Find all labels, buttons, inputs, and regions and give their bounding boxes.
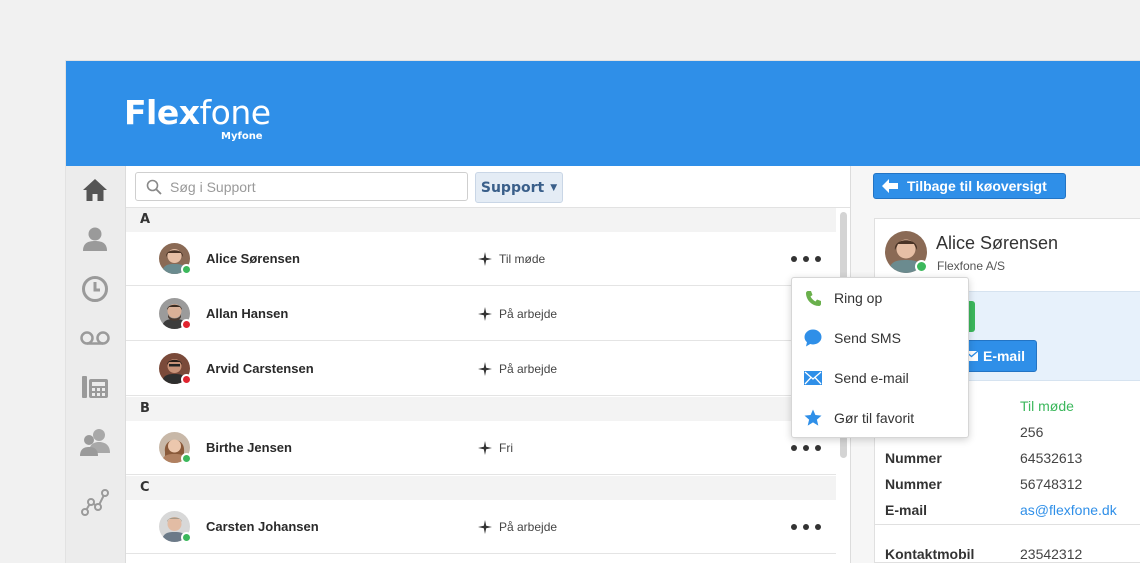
search-icon [146, 179, 162, 195]
contact-status: På arbejde [478, 342, 557, 396]
detail-company: Flexfone A/S [937, 259, 1006, 273]
voicemail-icon[interactable] [79, 322, 111, 354]
menu-item-label: Gør til favorit [834, 410, 915, 426]
menu-item-label: Send e-mail [834, 370, 909, 386]
list-toolbar: Søg i Support Support ▼ [126, 166, 850, 208]
sidebar-nav [66, 166, 126, 563]
contact-status-label: Til møde [499, 252, 546, 266]
user-icon[interactable] [79, 223, 111, 255]
detail-field-key: Nummer [885, 476, 942, 492]
detail-field-key: Nummer [885, 450, 942, 466]
menu-item-favorite[interactable]: Gør til favorit [792, 398, 968, 438]
contact-status-label: På arbejde [499, 520, 558, 534]
activity-icon [478, 252, 492, 266]
back-button-label: Tilbage til køoversigt [907, 178, 1047, 194]
contact-name: Carsten Johansen [206, 519, 319, 534]
contact-row[interactable]: Alice Sørensen Til møde [126, 232, 836, 286]
department-dropdown[interactable]: Support ▼ [475, 172, 563, 203]
detail-field-value: 256 [1020, 424, 1044, 440]
logo-text-bold: Flex [124, 93, 200, 132]
more-options-button[interactable] [791, 250, 821, 268]
activity-icon [478, 441, 492, 455]
logo-product: Myfone [221, 131, 263, 142]
detail-contact-name: Alice Sørensen [936, 233, 1059, 253]
search-input[interactable]: Søg i Support [135, 172, 468, 201]
clock-icon[interactable] [79, 273, 111, 305]
group-header-a: A [126, 208, 836, 232]
contact-row[interactable]: Allan Hansen På arbejde [126, 287, 836, 341]
detail-field: Nummer 64532613 [885, 450, 1140, 476]
contact-name: Birthe Jensen [206, 440, 292, 455]
contact-row[interactable]: Carsten Johansen På arbejde [126, 500, 836, 554]
group-icon[interactable] [79, 426, 111, 458]
more-options-button[interactable] [791, 439, 821, 457]
contact-context-menu: Ring op Send SMS Send e-mail Gør til fav… [791, 277, 969, 438]
app-window: Flexfone Myfone Søg i Support Support ▼ … [66, 61, 1140, 563]
contact-status: På arbejde [478, 500, 557, 554]
contact-status: Fri [478, 421, 513, 475]
group-header-c: C [126, 476, 836, 500]
menu-item-label: Send SMS [834, 330, 901, 346]
email-button-label: E-mail [982, 348, 1025, 364]
detail-field-value[interactable]: 23542312 [1020, 546, 1082, 562]
more-options-button[interactable] [791, 518, 821, 536]
contact-name: Arvid Carstensen [206, 361, 314, 376]
back-to-queue-button[interactable]: Tilbage til køoversigt [873, 173, 1066, 199]
detail-field: Kontaktmobil 23542312 [885, 546, 1140, 563]
menu-item-sms[interactable]: Send SMS [792, 318, 968, 358]
contact-row[interactable]: Birthe Jensen Fri [126, 421, 836, 475]
flexfone-logo[interactable]: Flexfone Myfone [124, 93, 272, 143]
contact-status-label: Fri [499, 441, 513, 455]
app-header: Flexfone Myfone [66, 61, 1140, 166]
contact-status: På arbejde [478, 287, 557, 341]
logo-text-light: fone [199, 93, 272, 132]
sms-icon [804, 329, 822, 347]
detail-field-value: Til møde [1020, 398, 1074, 414]
contact-status: Til møde [478, 232, 545, 286]
home-icon[interactable] [79, 174, 111, 206]
contact-row[interactable]: Arvid Carstensen På arbejde [126, 342, 836, 396]
menu-item-label: Ring op [834, 290, 883, 306]
menu-item-email[interactable]: Send e-mail [792, 358, 968, 398]
contact-name: Allan Hansen [206, 306, 289, 321]
mail-icon [804, 369, 822, 387]
star-icon [804, 409, 822, 427]
presence-available-icon [181, 453, 192, 464]
search-placeholder: Søg i Support [170, 178, 256, 195]
detail-field-key: E-mail [885, 502, 928, 518]
presence-busy-icon [181, 319, 192, 330]
email-link[interactable]: as@flexfone.dk [1020, 502, 1117, 518]
detail-field-value[interactable]: 64532613 [1020, 450, 1082, 466]
presence-busy-icon [181, 374, 192, 385]
presence-available-icon [915, 260, 928, 273]
department-selected: Support [480, 179, 545, 196]
detail-field-key: Kontaktmobil [885, 546, 975, 562]
card-divider [875, 524, 1140, 525]
activity-icon [478, 520, 492, 534]
detail-field-value[interactable]: 56748312 [1020, 476, 1082, 492]
contact-status-label: På arbejde [499, 362, 558, 376]
contact-list-panel: Søg i Support Support ▼ A Alice Sørensen … [126, 166, 850, 563]
presence-available-icon [181, 264, 192, 275]
group-header-b: B [126, 397, 836, 421]
activity-icon [478, 362, 492, 376]
menu-item-call[interactable]: Ring op [792, 278, 968, 318]
chevron-down-icon: ▼ [550, 182, 558, 193]
arrow-left-icon [882, 179, 898, 193]
presence-available-icon [181, 532, 192, 543]
activity-icon [478, 307, 492, 321]
contact-name: Alice Sørensen [206, 251, 300, 266]
contact-status-label: På arbejde [499, 307, 558, 321]
detail-field: Nummer 56748312 [885, 476, 1140, 502]
phone-system-icon[interactable] [79, 371, 111, 403]
stats-icon[interactable] [79, 486, 111, 518]
phone-icon [804, 289, 822, 307]
